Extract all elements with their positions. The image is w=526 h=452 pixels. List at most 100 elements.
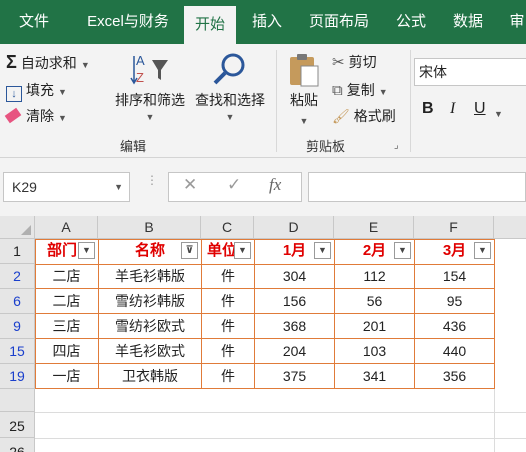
svg-text:Z: Z — [136, 70, 144, 85]
filter-dropdown-icon[interactable]: ▼ — [78, 242, 95, 259]
table-row: 二店 雪纺衫韩版件 156 56 95 — [35, 289, 495, 314]
jan-cell[interactable]: 368 — [255, 314, 335, 339]
header-cell-unit[interactable]: 单位 ▼ — [202, 239, 255, 265]
sort-filter-button[interactable]: A Z 排序和筛选 ▼ — [110, 52, 190, 132]
enter-icon[interactable]: ✓ — [227, 175, 241, 195]
filter-active-icon[interactable]: ⊽ — [181, 242, 198, 259]
sigma-icon: Σ — [6, 52, 17, 72]
name-cell[interactable]: 羊毛衫韩版 — [99, 264, 202, 289]
unit-cell[interactable]: 件 — [202, 264, 255, 289]
tab-home[interactable]: 开始 — [184, 6, 236, 44]
column-header-g[interactable] — [494, 216, 526, 239]
column-header-d[interactable]: D — [254, 216, 334, 239]
column-header-f[interactable]: F — [414, 216, 494, 239]
row-header[interactable]: 26 — [0, 438, 35, 452]
dept-cell[interactable]: 二店 — [35, 264, 99, 289]
tab-insert[interactable]: 插入 — [244, 0, 290, 44]
sort-filter-icon: A Z — [130, 53, 168, 85]
italic-button[interactable]: I — [450, 100, 455, 118]
tab-formulas[interactable]: 公式 — [388, 0, 434, 44]
underline-dropdown[interactable]: ▼ — [490, 104, 503, 120]
chevron-down-icon: ▼ — [114, 182, 123, 192]
dialog-launcher-icon[interactable]: ⌟ — [394, 140, 399, 151]
mar-cell[interactable]: 154 — [415, 264, 495, 289]
tab-page-layout[interactable]: 页面布局 — [300, 0, 378, 44]
mar-cell[interactable]: 440 — [415, 339, 495, 364]
column-header-b[interactable]: B — [98, 216, 201, 239]
jan-cell[interactable]: 304 — [255, 264, 335, 289]
row-header-blank — [0, 389, 35, 412]
unit-cell[interactable]: 件 — [202, 289, 255, 314]
column-header-e[interactable]: E — [334, 216, 414, 239]
fill-button[interactable]: ↓ 填充 ▼ — [6, 80, 67, 102]
chevron-down-icon: ▼ — [225, 112, 235, 122]
find-select-button[interactable]: 查找和选择 ▼ — [190, 52, 270, 132]
mar-cell[interactable]: 95 — [415, 289, 495, 314]
autosum-button[interactable]: Σ 自动求和 ▼ — [6, 52, 90, 73]
jan-cell[interactable]: 204 — [255, 339, 335, 364]
filter-dropdown-icon[interactable]: ▼ — [394, 242, 411, 259]
dept-cell[interactable]: 二店 — [35, 289, 99, 314]
name-box[interactable]: K29 ▼ — [3, 172, 130, 202]
row-header[interactable]: 6 — [0, 289, 35, 314]
cut-button[interactable]: ✂ 剪切 — [332, 52, 377, 72]
header-cell-dept[interactable]: 部门 ▼ — [35, 239, 99, 265]
font-name-select[interactable]: 宋体 — [414, 58, 526, 86]
feb-cell[interactable]: 56 — [335, 289, 415, 314]
mar-cell[interactable]: 436 — [415, 314, 495, 339]
feb-cell[interactable]: 112 — [335, 264, 415, 289]
unit-cell[interactable]: 件 — [202, 339, 255, 364]
header-cell-mar[interactable]: 3月 ▼ — [415, 239, 495, 265]
insert-function-icon[interactable]: fx — [269, 175, 281, 195]
svg-text:A: A — [136, 53, 145, 68]
name-cell[interactable]: 卫衣韩版 — [99, 364, 202, 389]
table-row: 三店 雪纺衫欧式件 368 201 436 — [35, 314, 495, 339]
tab-review[interactable]: 审 — [502, 0, 526, 44]
table-body: 二店 羊毛衫韩版件 304 112 154 二店 雪纺衫韩版件 156 56 95 三店 雪纺衫欧式件… — [35, 264, 495, 389]
row-header[interactable]: 9 — [0, 314, 35, 339]
filter-dropdown-icon[interactable]: ▼ — [234, 242, 251, 259]
header-cell-name[interactable]: 名称 ⊽ — [99, 239, 202, 265]
filter-dropdown-icon[interactable]: ▼ — [474, 242, 491, 259]
header-cell-jan[interactable]: 1月 ▼ — [255, 239, 335, 265]
underline-button[interactable]: U — [474, 100, 486, 118]
dept-cell[interactable]: 四店 — [35, 339, 99, 364]
column-header-c[interactable]: C — [201, 216, 254, 239]
name-cell[interactable]: 羊毛衫欧式 — [99, 339, 202, 364]
name-cell[interactable]: 雪纺衫欧式 — [99, 314, 202, 339]
unit-cell[interactable]: 件 — [202, 364, 255, 389]
row-header[interactable]: 1 — [0, 239, 35, 264]
feb-cell[interactable]: 103 — [335, 339, 415, 364]
paintbrush-icon: 🖌 — [332, 108, 350, 124]
dept-cell[interactable]: 三店 — [35, 314, 99, 339]
fill-down-icon: ↓ — [6, 86, 22, 102]
row-header[interactable]: 2 — [0, 264, 35, 289]
mar-cell[interactable]: 356 — [415, 364, 495, 389]
feb-cell[interactable]: 341 — [335, 364, 415, 389]
filter-dropdown-icon[interactable]: ▼ — [314, 242, 331, 259]
header-cell-feb[interactable]: 2月 ▼ — [335, 239, 415, 265]
cancel-icon[interactable]: ✕ — [183, 175, 197, 195]
feb-cell[interactable]: 201 — [335, 314, 415, 339]
column-header-a[interactable]: A — [35, 216, 98, 239]
row-header[interactable]: 25 — [0, 412, 35, 438]
bold-button[interactable]: B — [422, 100, 434, 118]
copy-button[interactable]: ⧉ 复制 ▼ — [332, 80, 388, 100]
row-header[interactable]: 15 — [0, 339, 35, 364]
tab-data[interactable]: 数据 — [444, 0, 492, 44]
clear-button[interactable]: 清除 ▼ — [4, 106, 67, 126]
table-header-row: 部门 ▼ 名称 ⊽ 单位 ▼ 1月 ▼ 2月 ▼ 3月 ▼ — [35, 239, 495, 265]
tab-excel-finance[interactable]: Excel与财务 — [74, 0, 182, 44]
grip-dots-icon: ⋮ — [146, 173, 158, 187]
name-cell[interactable]: 雪纺衫韩版 — [99, 289, 202, 314]
row-header[interactable]: 19 — [0, 364, 35, 389]
unit-cell[interactable]: 件 — [202, 314, 255, 339]
jan-cell[interactable]: 156 — [255, 289, 335, 314]
format-painter-button[interactable]: 🖌 格式刷 — [332, 106, 396, 126]
jan-cell[interactable]: 375 — [255, 364, 335, 389]
select-all-corner[interactable] — [0, 216, 35, 239]
formula-input[interactable] — [308, 172, 526, 202]
paste-button[interactable]: 粘贴 ▼ — [282, 52, 326, 132]
dept-cell[interactable]: 一店 — [35, 364, 99, 389]
tab-file[interactable]: 文件 — [6, 0, 62, 44]
